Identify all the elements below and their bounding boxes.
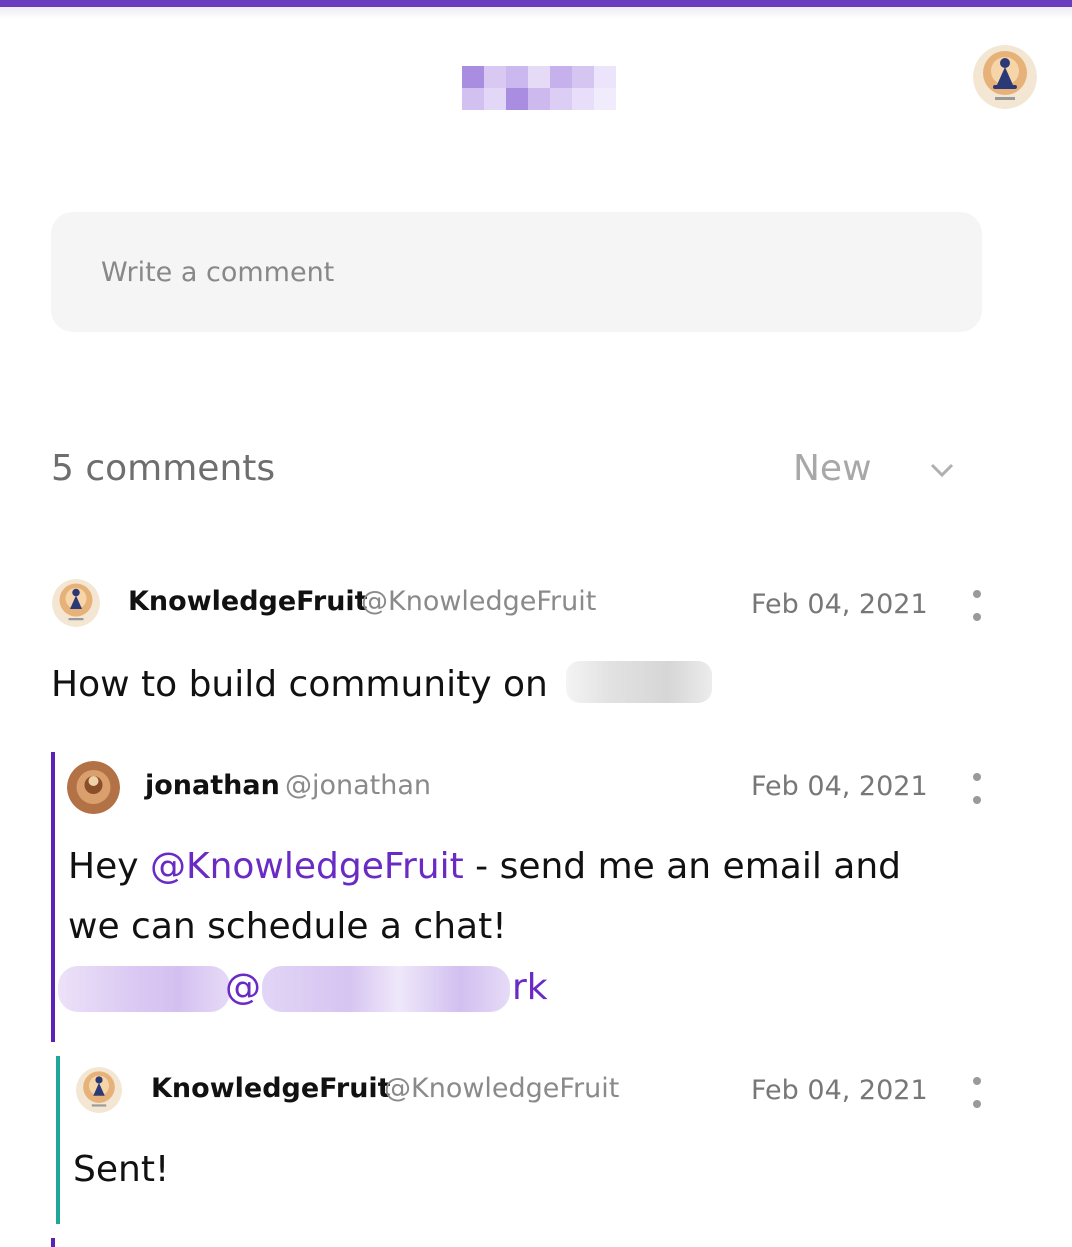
thread-line	[51, 752, 55, 1042]
comment-body: Hey @KnowledgeFruit - send me an email a…	[68, 837, 901, 897]
comment-more-icon[interactable]	[969, 588, 985, 624]
comment-text: How to build community on	[51, 664, 548, 705]
comment-date: Feb 04, 2021	[751, 771, 928, 802]
thread-line	[51, 1238, 55, 1247]
comment-text: Hey	[68, 846, 150, 887]
comment-date: Feb 04, 2021	[751, 589, 928, 620]
comment-author-name[interactable]: jonathan	[145, 770, 280, 801]
redacted-email-part	[58, 966, 230, 1012]
email-link[interactable]: @	[225, 958, 261, 1018]
comment-author-handle[interactable]: @KnowledgeFruit	[361, 586, 596, 617]
comment-more-icon[interactable]	[969, 1075, 985, 1111]
user-avatar[interactable]	[973, 45, 1037, 109]
comment-more-icon[interactable]	[969, 771, 985, 807]
comment-author-avatar[interactable]	[52, 579, 100, 627]
redacted-email-part	[262, 966, 510, 1012]
comment-date: Feb 04, 2021	[751, 1075, 928, 1106]
comment-body-line: we can schedule a chat!	[68, 906, 507, 947]
top-shadow	[0, 7, 1072, 19]
comment-author-name[interactable]: KnowledgeFruit	[151, 1073, 391, 1104]
comment-author-handle[interactable]: @KnowledgeFruit	[384, 1073, 619, 1104]
comment-body: Sent!	[73, 1149, 170, 1190]
chevron-down-icon[interactable]	[928, 458, 956, 482]
email-link[interactable]: rk	[512, 958, 548, 1018]
comment-author-name[interactable]: KnowledgeFruit	[128, 586, 368, 617]
comment-body: How to build community on	[51, 655, 548, 715]
comment-author-handle[interactable]: @jonathan	[285, 770, 431, 801]
user-mention-link[interactable]: @KnowledgeFruit	[150, 846, 464, 887]
thread-line	[56, 1056, 60, 1224]
comment-count: 5 comments	[51, 448, 276, 489]
comment-input[interactable]	[101, 252, 941, 292]
top-accent-bar	[0, 0, 1072, 7]
site-logo-redacted[interactable]	[462, 66, 616, 110]
redacted-text	[566, 661, 712, 703]
comment-composer[interactable]	[51, 212, 982, 332]
comment-text: - send me an email and	[463, 846, 902, 887]
comment-author-avatar[interactable]	[76, 1067, 122, 1113]
sort-dropdown-value[interactable]: New	[793, 448, 872, 489]
comment-author-avatar[interactable]	[67, 761, 120, 814]
